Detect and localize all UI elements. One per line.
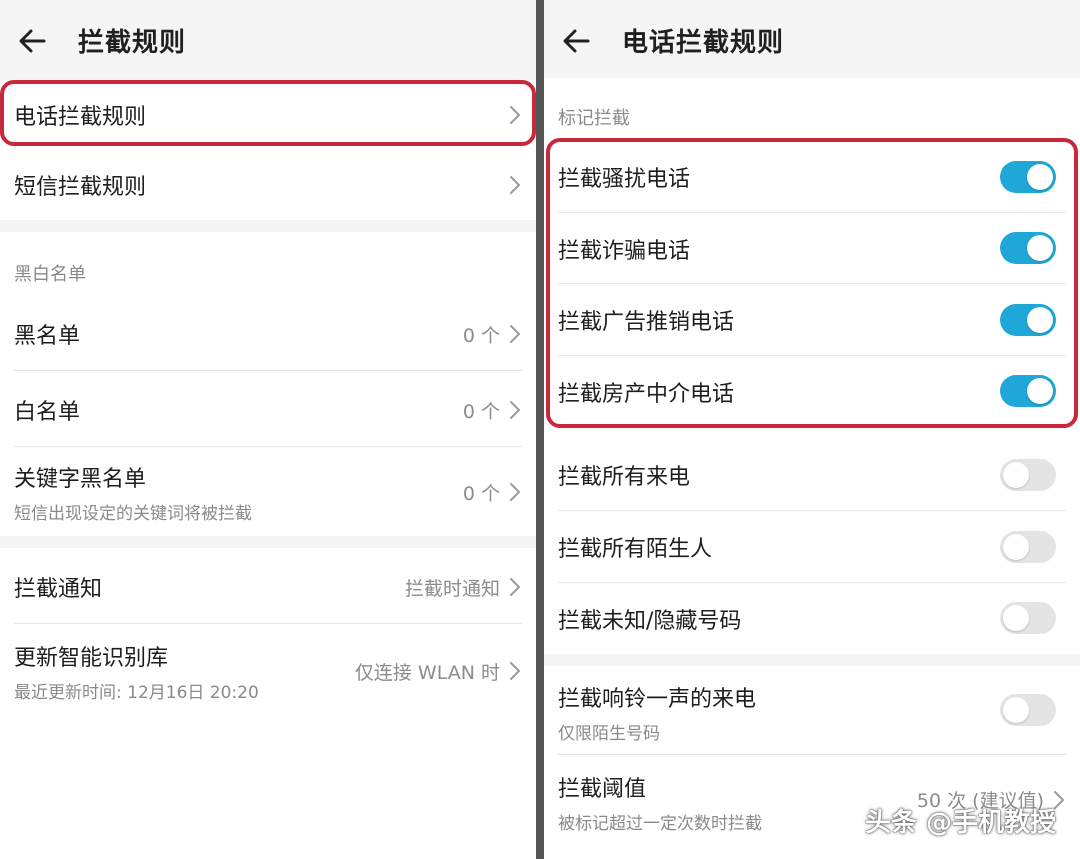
keyword-blacklist-label: 关键字黑名单 bbox=[14, 466, 147, 492]
call-intercept-rules-screen: 电话拦截规则 标记拦截 拦截骚扰电话 拦截诈骗电话 拦截广告推销电话 拦截房产中… bbox=[544, 0, 1080, 859]
intercept-rules-screen: 拦截规则 电话拦截规则 短信拦截规则 黑白名单 黑名单 0 个 白名单 0 个 … bbox=[0, 0, 536, 859]
chevron-right-icon bbox=[510, 401, 521, 419]
page-title: 电话拦截规则 bbox=[622, 28, 785, 58]
chevron-right-icon bbox=[510, 662, 521, 680]
update-library-label: 更新智能识别库 bbox=[14, 645, 169, 671]
update-library-value: 仅连接 WLAN 时 bbox=[354, 661, 500, 684]
divider bbox=[558, 355, 1066, 356]
toggle-label: 拦截未知/隐藏号码 bbox=[558, 609, 742, 634]
toggle-knob bbox=[1027, 307, 1053, 333]
section-header: 标记拦截 bbox=[558, 108, 630, 129]
toggle-knob bbox=[1003, 697, 1029, 723]
chevron-right-icon bbox=[510, 176, 521, 194]
call-rules-label: 电话拦截规则 bbox=[14, 105, 147, 130]
toggle-switch[interactable] bbox=[1000, 375, 1056, 407]
toggle-row[interactable]: 拦截所有陌生人 bbox=[558, 516, 1066, 578]
blacklist-item[interactable]: 黑名单 0 个 bbox=[14, 304, 522, 364]
rules-card: 标记拦截 拦截骚扰电话 拦截诈骗电话 拦截广告推销电话 拦截房产中介电话 拦截所… bbox=[544, 78, 1080, 654]
intercept-notify-value: 拦截时通知 bbox=[404, 577, 500, 600]
chevron-right-icon bbox=[510, 325, 521, 343]
toggle-label: 拦截诈骗电话 bbox=[558, 239, 691, 264]
divider bbox=[14, 370, 522, 371]
list-card: 黑白名单 黑名单 0 个 白名单 0 个 关键字黑名单 短信出现设定的关键词将被… bbox=[0, 232, 536, 536]
toggle-knob bbox=[1027, 378, 1053, 404]
toggle-switch[interactable] bbox=[1000, 602, 1056, 634]
title-bar: 电话拦截规则 bbox=[544, 0, 1080, 80]
toggle-row[interactable]: 拦截房产中介电话 bbox=[558, 361, 1066, 423]
screenshot-divider bbox=[536, 0, 544, 859]
blacklist-count: 0 个 bbox=[462, 324, 500, 347]
divider bbox=[14, 623, 522, 624]
intercept-notify-label: 拦截通知 bbox=[14, 577, 103, 602]
update-library-item[interactable]: 更新智能识别库 最近更新时间: 12月16日 20:20 仅连接 WLAN 时 bbox=[14, 632, 522, 710]
keyword-blacklist-item[interactable]: 关键字黑名单 短信出现设定的关键词将被拦截 0 个 bbox=[14, 454, 522, 530]
whitelist-label: 白名单 bbox=[14, 400, 81, 425]
toggle-row[interactable]: 拦截未知/隐藏号码 bbox=[558, 588, 1066, 650]
sms-rules-label: 短信拦截规则 bbox=[14, 175, 147, 200]
title-bar: 拦截规则 bbox=[0, 0, 536, 80]
notify-card: 拦截通知 拦截时通知 更新智能识别库 最近更新时间: 12月16日 20:20 … bbox=[0, 548, 536, 859]
toggle-label: 拦截所有陌生人 bbox=[558, 537, 713, 562]
section-header: 黑白名单 bbox=[14, 264, 86, 285]
divider bbox=[14, 446, 522, 447]
back-arrow-icon[interactable] bbox=[16, 24, 50, 58]
toggle-row[interactable]: 拦截广告推销电话 bbox=[558, 289, 1066, 351]
sms-rules-item[interactable]: 短信拦截规则 bbox=[14, 162, 522, 208]
toggle-switch[interactable] bbox=[1000, 694, 1056, 726]
threshold-desc: 被标记超过一定次数时拦截 bbox=[558, 813, 762, 834]
whitelist-count: 0 个 bbox=[462, 400, 500, 423]
toggle-row[interactable]: 拦截所有来电 bbox=[558, 444, 1066, 506]
keyword-blacklist-count: 0 个 bbox=[462, 482, 500, 505]
toggle-row[interactable]: 拦截诈骗电话 bbox=[558, 218, 1066, 280]
page-title: 拦截规则 bbox=[78, 28, 187, 58]
toggle-switch[interactable] bbox=[1000, 161, 1056, 193]
toggle-row[interactable]: 拦截骚扰电话 bbox=[558, 146, 1066, 208]
toggle-label: 拦截骚扰电话 bbox=[558, 167, 691, 192]
threshold-label: 拦截阈值 bbox=[558, 776, 647, 802]
toggle-knob bbox=[1003, 605, 1029, 631]
rules-card: 电话拦截规则 短信拦截规则 bbox=[0, 80, 536, 220]
divider bbox=[558, 754, 1066, 755]
ring-once-row[interactable]: 拦截响铃一声的来电 仅限陌生号码 bbox=[558, 674, 1066, 750]
toggle-knob bbox=[1027, 164, 1053, 190]
toggle-label: 拦截广告推销电话 bbox=[558, 310, 735, 335]
whitelist-item[interactable]: 白名单 0 个 bbox=[14, 380, 522, 440]
toggle-switch[interactable] bbox=[1000, 232, 1056, 264]
update-library-time: 最近更新时间: 12月16日 20:20 bbox=[14, 682, 259, 703]
divider bbox=[558, 212, 1066, 213]
toggle-label: 拦截所有来电 bbox=[558, 465, 691, 490]
toggle-switch[interactable] bbox=[1000, 531, 1056, 563]
chevron-right-icon bbox=[510, 578, 521, 596]
divider bbox=[558, 283, 1066, 284]
ring-once-desc: 仅限陌生号码 bbox=[558, 723, 660, 744]
toggle-label: 拦截房产中介电话 bbox=[558, 382, 735, 407]
blacklist-label: 黑名单 bbox=[14, 324, 81, 349]
toggle-knob bbox=[1027, 235, 1053, 261]
toggle-switch[interactable] bbox=[1000, 304, 1056, 336]
ring-once-label: 拦截响铃一声的来电 bbox=[558, 686, 757, 712]
toggle-knob bbox=[1003, 534, 1029, 560]
chevron-right-icon bbox=[510, 483, 521, 501]
keyword-blacklist-desc: 短信出现设定的关键词将被拦截 bbox=[14, 503, 252, 524]
divider bbox=[558, 510, 1066, 511]
chevron-right-icon bbox=[510, 106, 521, 124]
toggle-switch[interactable] bbox=[1000, 459, 1056, 491]
back-arrow-icon[interactable] bbox=[560, 24, 594, 58]
toggle-knob bbox=[1003, 462, 1029, 488]
divider bbox=[558, 582, 1066, 583]
intercept-notify-item[interactable]: 拦截通知 拦截时通知 bbox=[14, 556, 522, 618]
watermark-text: 头条 @手机教授 bbox=[864, 808, 1056, 838]
call-rules-item[interactable]: 电话拦截规则 bbox=[14, 92, 522, 138]
